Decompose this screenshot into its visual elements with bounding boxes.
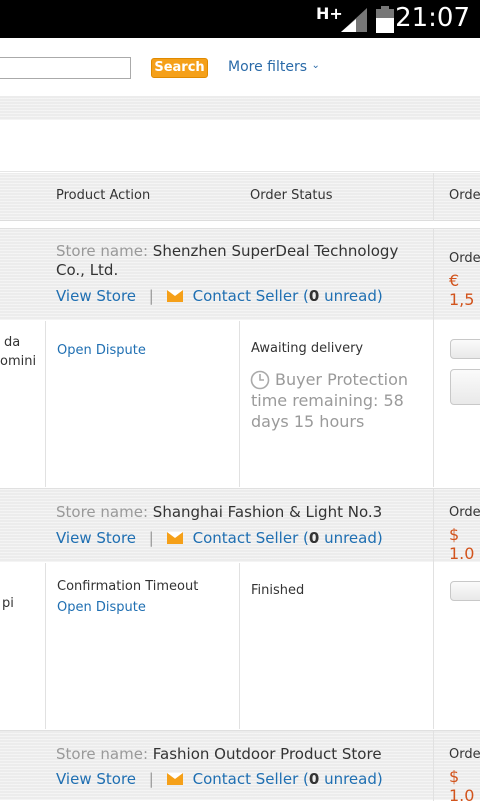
- divider: [45, 563, 46, 729]
- table-header: Product Action Order Status Orde: [0, 173, 480, 221]
- header-product-action: Product Action: [56, 188, 151, 203]
- order-price: $ 1.0: [449, 767, 475, 805]
- network-type: H+: [316, 4, 343, 23]
- order-label: Orde: [449, 747, 480, 762]
- open-dispute-link[interactable]: Open Dispute: [57, 600, 146, 615]
- more-filters-link[interactable]: More filters ⌄: [228, 59, 320, 75]
- order-status: Finished: [251, 583, 305, 598]
- product-title-fragment: pi: [2, 596, 14, 611]
- unread-suffix: unread): [319, 529, 383, 547]
- contact-seller-link[interactable]: Contact Seller (0 unread): [193, 529, 383, 547]
- divider: [239, 321, 240, 487]
- order-row: pi Confirmation Timeout Open Dispute Fin…: [0, 563, 480, 729]
- header-order: Orde: [449, 188, 480, 203]
- store-name-line: Store name: Shanghai Fashion & Light No.…: [56, 503, 382, 521]
- more-filters-label: More filters: [228, 59, 308, 75]
- order-label: Orde: [449, 505, 480, 520]
- order-price: $ 1.0: [449, 525, 475, 563]
- separator: |: [148, 287, 154, 305]
- divider: [433, 173, 434, 221]
- separator: |: [148, 529, 154, 547]
- store-name: Shanghai Fashion & Light No.3: [152, 503, 383, 521]
- battery-icon: [376, 6, 394, 33]
- store-name-line: Store name: Fashion Outdoor Product Stor…: [56, 745, 382, 763]
- signal-icon: [341, 8, 367, 32]
- order-status: Awaiting delivery: [251, 341, 364, 356]
- order-price: € 1,5: [449, 271, 475, 309]
- chevron-down-icon: ⌄: [311, 60, 320, 71]
- search-input[interactable]: [0, 57, 131, 79]
- divider: [0, 171, 480, 172]
- product-title-fragment: omini: [0, 354, 37, 369]
- contact-seller-label: Contact Seller (: [192, 529, 309, 547]
- store-name-line: Store name: Shenzhen SuperDeal Technolog…: [56, 242, 426, 280]
- mail-icon: [166, 290, 183, 302]
- divider: [433, 563, 434, 729]
- order-label: Orde: [449, 251, 480, 266]
- divider: [433, 731, 434, 801]
- view-store-link[interactable]: View Store: [56, 529, 136, 547]
- store-header-row: Store name: Fashion Outdoor Product Stor…: [0, 730, 480, 805]
- filter-divider-band: [0, 96, 480, 120]
- header-order-status: Order Status: [250, 188, 333, 203]
- buyer-protection-text: Buyer Protection time remaining: 58 days…: [251, 369, 427, 432]
- store-links: View Store | Contact Seller (0 unread): [56, 529, 383, 547]
- store-links: View Store | Contact Seller (0 unread): [56, 287, 383, 305]
- store-links: View Store | Contact Seller (0 unread): [56, 770, 383, 788]
- buyer-protection-label: Buyer Protection time remaining: 58 days…: [251, 370, 409, 431]
- divider: [433, 321, 434, 487]
- store-name-label: Store name:: [56, 745, 149, 763]
- divider: [433, 229, 434, 321]
- unread-count: 0: [308, 287, 320, 305]
- divider: [239, 563, 240, 729]
- contact-seller-link[interactable]: Contact Seller (0 unread): [193, 770, 383, 788]
- clock: 21:07: [395, 3, 470, 33]
- order-action-button[interactable]: [450, 339, 480, 359]
- order-row: da omini Open Dispute Awaiting delivery …: [0, 321, 480, 487]
- contact-seller-label: Contact Seller (: [192, 287, 309, 305]
- order-action-button[interactable]: [450, 581, 480, 601]
- store-header-row: Store name: Shenzhen SuperDeal Technolog…: [0, 228, 480, 321]
- view-store-link[interactable]: View Store: [56, 770, 136, 788]
- store-name-label: Store name:: [56, 242, 149, 260]
- search-button[interactable]: Search: [151, 58, 208, 78]
- divider: [45, 321, 46, 487]
- confirmation-timeout-label: Confirmation Timeout: [57, 579, 199, 594]
- view-store-link[interactable]: View Store: [56, 287, 136, 305]
- product-title-fragment: da: [4, 335, 21, 350]
- store-name-label: Store name:: [56, 503, 149, 521]
- contact-seller-label: Contact Seller (: [192, 770, 309, 788]
- store-header-row: Store name: Shanghai Fashion & Light No.…: [0, 488, 480, 563]
- unread-suffix: unread): [319, 287, 383, 305]
- unread-count: 0: [308, 770, 320, 788]
- divider: [433, 489, 434, 563]
- store-name: Fashion Outdoor Product Store: [152, 745, 382, 763]
- separator: |: [148, 770, 154, 788]
- status-bar: H+ 21:07: [0, 0, 480, 38]
- unread-suffix: unread): [319, 770, 383, 788]
- mail-icon: [166, 773, 183, 785]
- mail-icon: [166, 532, 183, 544]
- order-action-button[interactable]: [450, 369, 480, 405]
- open-dispute-link[interactable]: Open Dispute: [57, 343, 146, 358]
- unread-count: 0: [308, 529, 320, 547]
- contact-seller-link[interactable]: Contact Seller (0 unread): [193, 287, 383, 305]
